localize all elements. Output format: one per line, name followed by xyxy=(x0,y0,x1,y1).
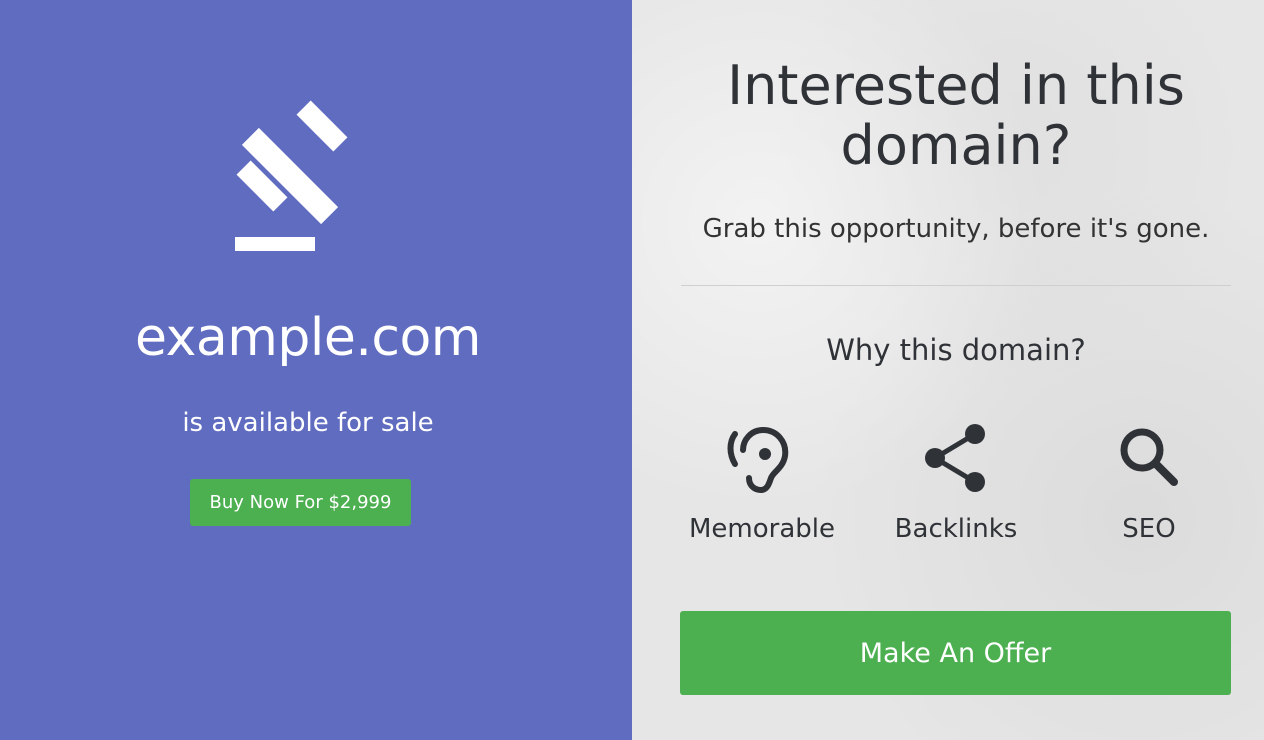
feature-backlinks: Backlinks xyxy=(861,420,1051,544)
feature-memorable: Memorable xyxy=(667,420,857,544)
feature-label: Backlinks xyxy=(894,514,1018,544)
share-icon xyxy=(925,424,985,492)
availability-text: is available for sale xyxy=(182,408,434,438)
feature-label: SEO xyxy=(1122,514,1176,544)
divider xyxy=(681,285,1231,286)
right-panel: Interested in this domain? Grab this opp… xyxy=(632,0,1264,740)
left-panel: example.com is available for sale Buy No… xyxy=(0,0,632,740)
page: example.com is available for sale Buy No… xyxy=(0,0,1264,740)
search-icon xyxy=(1120,428,1178,486)
domain-name: example.com xyxy=(135,308,481,368)
gavel-icon xyxy=(235,100,348,251)
page-title: Interested in this domain? xyxy=(727,54,1185,177)
buy-now-button[interactable]: Buy Now For $2,999 xyxy=(190,479,411,526)
why-title: Why this domain? xyxy=(826,333,1086,367)
ear-icon xyxy=(727,426,789,494)
subheadline: Grab this opportunity, before it's gone. xyxy=(702,214,1210,244)
make-offer-button[interactable]: Make An Offer xyxy=(680,611,1231,695)
feature-label: Memorable xyxy=(688,514,835,544)
feature-seo: SEO xyxy=(1054,420,1244,544)
